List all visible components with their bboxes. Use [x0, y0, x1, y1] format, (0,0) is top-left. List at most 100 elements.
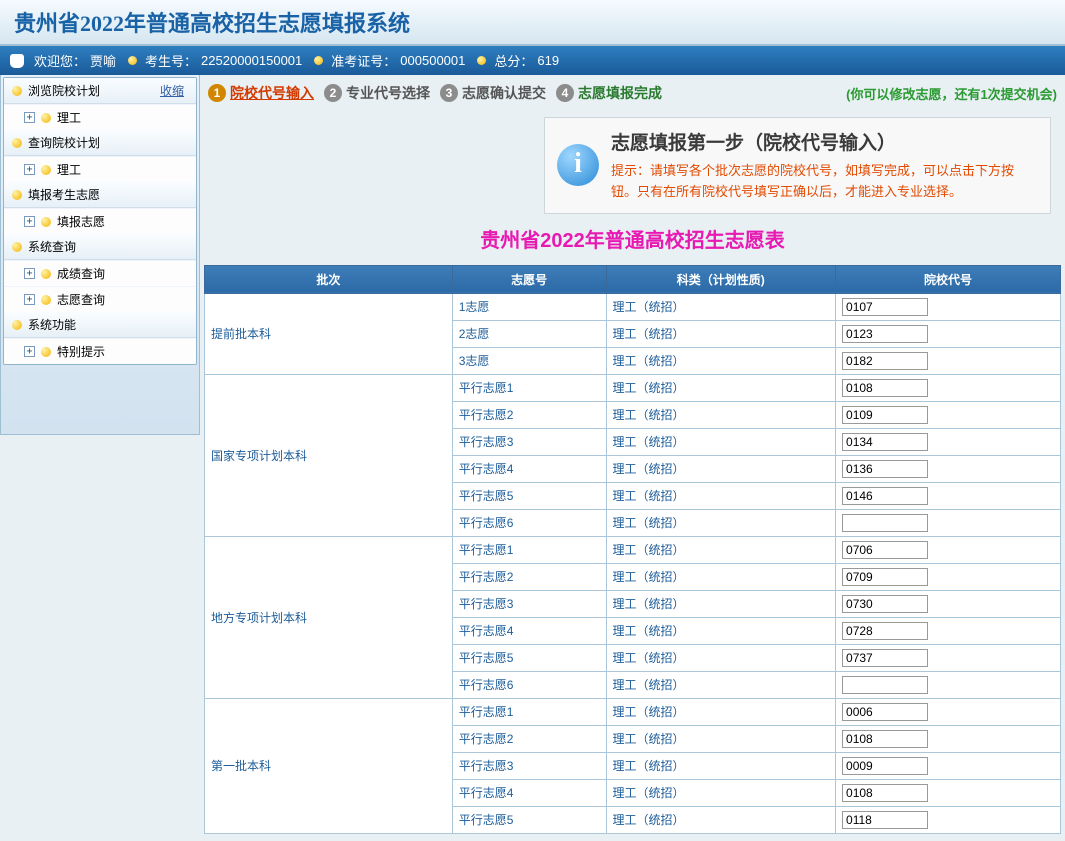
school-code-input[interactable]	[842, 676, 928, 694]
code-cell	[836, 806, 1061, 833]
exam-id-label: 考生号：	[145, 51, 197, 70]
batch-cell: 提前批本科	[205, 293, 453, 374]
step-number-icon: 3	[440, 84, 458, 102]
category-cell: 理工（统招）	[606, 752, 836, 779]
category-cell: 理工（统招）	[606, 455, 836, 482]
school-code-input[interactable]	[842, 352, 928, 370]
sidebar-group[interactable]: 系统功能	[4, 312, 196, 338]
table-header: 志愿号	[452, 265, 606, 293]
volunteer-cell: 平行志愿3	[452, 752, 606, 779]
category-cell: 理工（统招）	[606, 563, 836, 590]
code-cell	[836, 293, 1061, 320]
sidebar-group[interactable]: 查询院校计划	[4, 130, 196, 156]
dot-icon	[128, 56, 137, 65]
school-code-input[interactable]	[842, 541, 928, 559]
selection-table: 批次志愿号科类（计划性质)院校代号 提前批本科1志愿理工（统招）2志愿理工（统招…	[204, 265, 1061, 834]
table-header: 科类（计划性质)	[606, 265, 836, 293]
bullet-icon	[12, 242, 22, 252]
school-code-input[interactable]	[842, 757, 928, 775]
steps-note: (你可以修改志愿，还有1次提交机会)	[846, 84, 1057, 103]
table-row: 国家专项计划本科平行志愿1理工（统招）	[205, 374, 1061, 401]
volunteer-cell: 平行志愿2	[452, 725, 606, 752]
code-cell	[836, 725, 1061, 752]
school-code-input[interactable]	[842, 595, 928, 613]
page-title: 贵州省2022年普通高校招生志愿填报系统	[14, 6, 1051, 38]
sidebar-group[interactable]: 填报考生志愿	[4, 182, 196, 208]
school-code-input[interactable]	[842, 460, 928, 478]
category-cell: 理工（统招）	[606, 401, 836, 428]
school-code-input[interactable]	[842, 406, 928, 424]
category-cell: 理工（统招）	[606, 725, 836, 752]
step-label: 专业代号选择	[346, 83, 430, 103]
school-code-input[interactable]	[842, 433, 928, 451]
cup-icon	[10, 54, 24, 68]
school-code-input[interactable]	[842, 784, 928, 802]
category-cell: 理工（统招）	[606, 536, 836, 563]
table-row: 第一批本科平行志愿1理工（统招）	[205, 698, 1061, 725]
step: 2专业代号选择	[324, 83, 430, 103]
sidebar-item[interactable]: +理工	[4, 104, 196, 130]
volunteer-cell: 平行志愿4	[452, 617, 606, 644]
school-code-input[interactable]	[842, 379, 928, 397]
expand-icon[interactable]: +	[24, 294, 35, 305]
code-cell	[836, 617, 1061, 644]
volunteer-cell: 平行志愿5	[452, 644, 606, 671]
bullet-icon	[12, 320, 22, 330]
sidebar-group-label: 填报考生志愿	[28, 186, 100, 203]
school-code-input[interactable]	[842, 703, 928, 721]
dot-icon	[477, 56, 486, 65]
sidebar-group[interactable]: 浏览院校计划收缩	[4, 78, 196, 104]
bullet-icon	[41, 165, 51, 175]
score-label: 总分：	[494, 51, 533, 70]
batch-cell: 第一批本科	[205, 698, 453, 833]
code-cell	[836, 320, 1061, 347]
step-label: 志愿填报完成	[578, 83, 662, 103]
school-code-input[interactable]	[842, 649, 928, 667]
expand-icon[interactable]: +	[24, 346, 35, 357]
code-cell	[836, 455, 1061, 482]
expand-icon[interactable]: +	[24, 268, 35, 279]
volunteer-cell: 平行志愿5	[452, 806, 606, 833]
batch-cell: 地方专项计划本科	[205, 536, 453, 698]
volunteer-cell: 平行志愿1	[452, 374, 606, 401]
volunteer-cell: 平行志愿3	[452, 590, 606, 617]
hint-box: 志愿填报第一步（院校代号输入） 提示：请填写各个批次志愿的院校代号，如填写完成，…	[544, 117, 1051, 214]
page-header: 贵州省2022年普通高校招生志愿填报系统	[0, 0, 1065, 46]
sidebar-group[interactable]: 系统查询	[4, 234, 196, 260]
step-number-icon: 2	[324, 84, 342, 102]
code-cell	[836, 509, 1061, 536]
sidebar-item[interactable]: +理工	[4, 156, 196, 182]
dot-icon	[314, 56, 323, 65]
expand-icon[interactable]: +	[24, 164, 35, 175]
school-code-input[interactable]	[842, 622, 928, 640]
category-cell: 理工（统招）	[606, 590, 836, 617]
category-cell: 理工（统招）	[606, 509, 836, 536]
step-label: 志愿确认提交	[462, 83, 546, 103]
table-row: 提前批本科1志愿理工（统招）	[205, 293, 1061, 320]
sidebar-item[interactable]: +志愿查询	[4, 286, 196, 312]
expand-icon[interactable]: +	[24, 216, 35, 227]
school-code-input[interactable]	[842, 730, 928, 748]
code-cell	[836, 563, 1061, 590]
sidebar-item[interactable]: +填报志愿	[4, 208, 196, 234]
expand-icon[interactable]: +	[24, 112, 35, 123]
school-code-input[interactable]	[842, 568, 928, 586]
sidebar-group-label: 查询院校计划	[28, 134, 100, 151]
school-code-input[interactable]	[842, 325, 928, 343]
sidebar-item[interactable]: +成绩查询	[4, 260, 196, 286]
step[interactable]: 1院校代号输入	[208, 83, 314, 103]
admit-id-label: 准考证号：	[331, 51, 396, 70]
bullet-icon	[41, 217, 51, 227]
category-cell: 理工（统招）	[606, 374, 836, 401]
sidebar-item[interactable]: +特别提示	[4, 338, 196, 364]
info-icon	[557, 144, 599, 186]
sidebar: 浏览院校计划收缩+理工查询院校计划+理工填报考生志愿+填报志愿系统查询+成绩查询…	[0, 75, 200, 435]
volunteer-cell: 平行志愿2	[452, 563, 606, 590]
school-code-input[interactable]	[842, 298, 928, 316]
school-code-input[interactable]	[842, 514, 928, 532]
collapse-link[interactable]: 收缩	[160, 82, 188, 99]
school-code-input[interactable]	[842, 487, 928, 505]
school-code-input[interactable]	[842, 811, 928, 829]
code-cell	[836, 671, 1061, 698]
code-cell	[836, 536, 1061, 563]
